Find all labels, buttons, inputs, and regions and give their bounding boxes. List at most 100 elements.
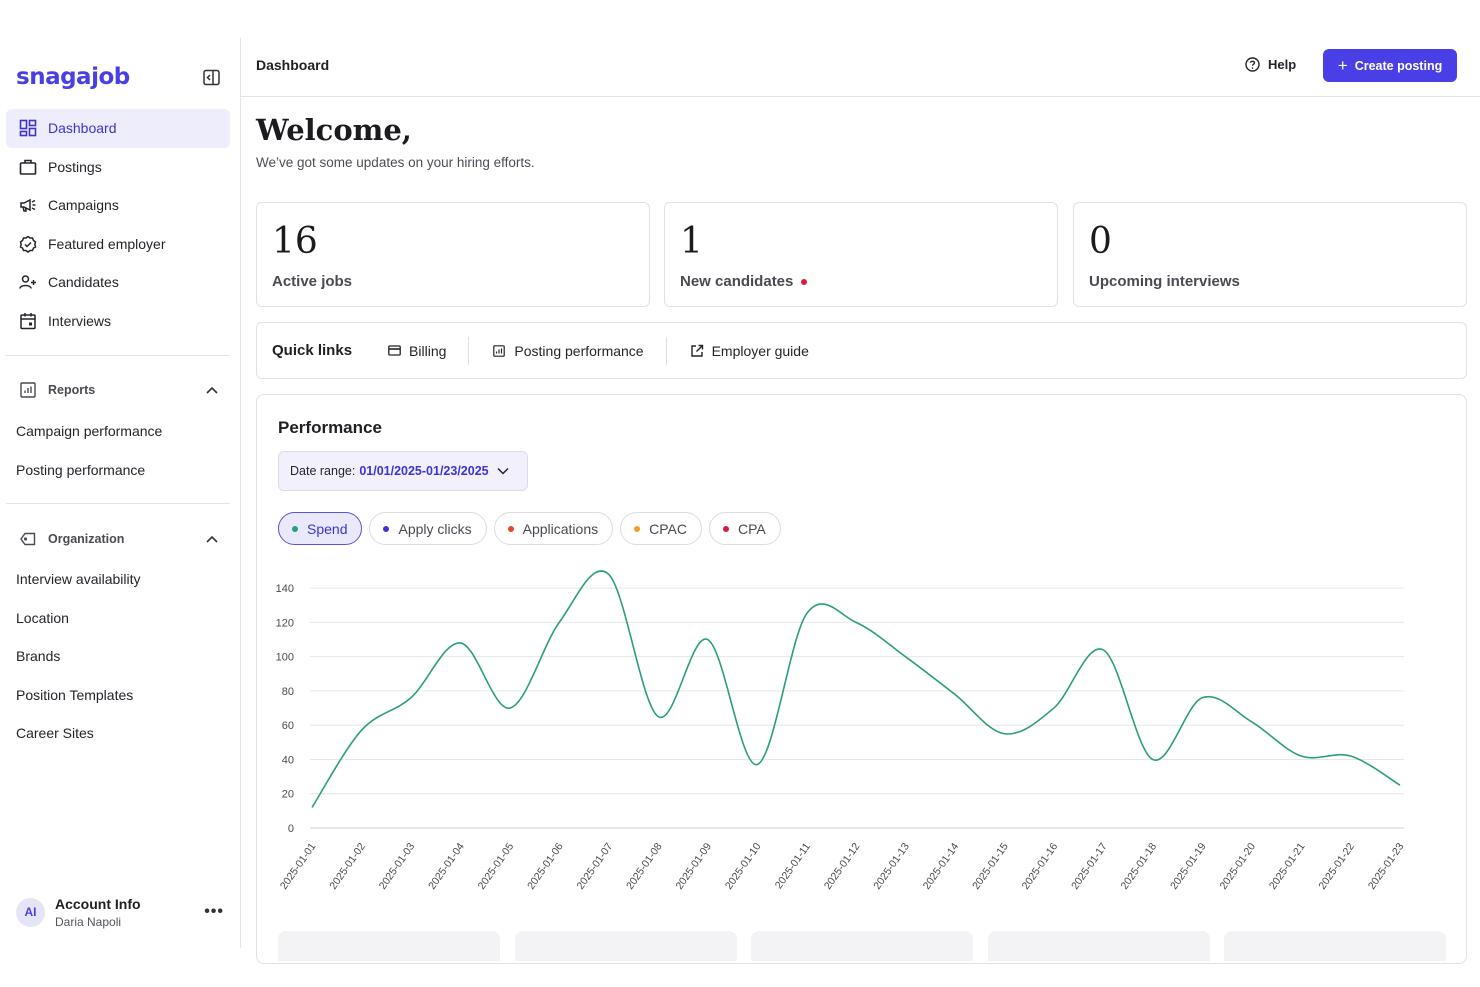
data-point (854, 620, 858, 624)
sidebar-item-career-sites[interactable]: Career Sites (16, 723, 94, 743)
help-button[interactable]: Help (1244, 56, 1296, 72)
data-point (359, 728, 363, 732)
data-point (1002, 732, 1006, 736)
nav-item-dashboard[interactable]: Dashboard (6, 109, 230, 148)
metric-pill-label: CPA (737, 520, 766, 537)
x-tick-label: 2025-01-07 (575, 841, 616, 892)
y-tick-label: 20 (282, 789, 294, 801)
sidebar-item-position-templates[interactable]: Position Templates (16, 685, 133, 705)
x-tick-label: 2025-01-11 (773, 841, 813, 891)
stat-card-upcoming-interviews[interactable]: 0 Upcoming interviews (1073, 202, 1467, 307)
alert-dot (801, 278, 808, 285)
performance-card: Performance Date range: 01/01/2025-01/23… (256, 394, 1467, 964)
data-point (508, 706, 512, 710)
x-tick-label: 2025-01-22 (1316, 841, 1357, 892)
account-info[interactable]: AI Account Info Daria Napoli ••• (16, 892, 224, 932)
reports-title: Reports (48, 383, 96, 397)
main-content: Dashboard Help + Create posting Welcome,… (241, 38, 1480, 964)
x-tick-label: 2025-01-21 (1267, 841, 1308, 892)
y-tick-label: 120 (276, 617, 294, 629)
x-tick-label: 2025-01-05 (476, 841, 517, 892)
stat-card-new-candidates[interactable]: 1 New candidates (664, 202, 1058, 307)
quick-link-billing[interactable]: Billing (386, 343, 446, 359)
data-point (1348, 754, 1352, 758)
metric-pill-label: Spend (307, 520, 348, 537)
x-tick-label: 2025-01-20 (1217, 841, 1258, 892)
avatar: AI (16, 897, 45, 927)
help-icon (1244, 56, 1260, 72)
nav-label: Campaigns (48, 197, 119, 214)
metric-pill-apply-clicks[interactable]: Apply clicks (369, 512, 487, 545)
stat-card-active-jobs[interactable]: 16 Active jobs (256, 202, 650, 307)
credit-card-icon (386, 343, 402, 359)
sidebar-divider (6, 503, 230, 504)
stat-label: Active jobs (272, 273, 353, 290)
sidebar-collapse-icon[interactable] (201, 67, 221, 87)
x-tick-label: 2025-01-08 (624, 841, 665, 892)
quick-link-label: Posting performance (514, 342, 644, 359)
x-tick-label: 2025-01-04 (426, 841, 467, 892)
metric-pill-label: Applications (522, 520, 599, 537)
stat-label: Upcoming interviews (1089, 273, 1240, 290)
metric-pill-spend[interactable]: Spend (278, 512, 363, 545)
sidebar-item-campaign-performance[interactable]: Campaign performance (16, 421, 162, 441)
nav-item-campaigns[interactable]: Campaigns (6, 186, 230, 225)
nav-label: Dashboard (48, 120, 117, 137)
metric-pill-applications[interactable]: Applications (493, 512, 614, 545)
nav-item-candidates[interactable]: Candidates (6, 263, 230, 302)
nav-item-featured-employer[interactable]: Featured employer (6, 225, 230, 264)
main-nav: Dashboard Postings Campaigns Featured em… (6, 109, 230, 340)
data-point (458, 641, 462, 645)
x-tick-label: 2025-01-18 (1119, 841, 1160, 892)
snagajob-logo[interactable]: snagajob (16, 64, 130, 90)
calendar-icon (18, 311, 38, 331)
create-posting-button[interactable]: + Create posting (1323, 49, 1457, 82)
y-tick-label: 60 (282, 720, 294, 732)
chevron-up-icon[interactable] (204, 382, 220, 398)
stat-label: New candidates (680, 273, 794, 290)
quick-links-title: Quick links (272, 342, 353, 359)
x-tick-label: 2025-01-17 (1069, 841, 1110, 892)
data-point (1398, 783, 1402, 787)
x-tick-label: 2025-01-16 (1020, 841, 1061, 892)
organization-title: Organization (48, 532, 125, 546)
quick-link-label: Billing (409, 342, 447, 359)
chevron-up-icon[interactable] (204, 531, 220, 547)
x-tick-label: 2025-01-12 (822, 841, 863, 892)
metric-filter-pills: Spend Apply clicks Applications CPAC CPA (278, 512, 788, 545)
user-add-icon (18, 272, 38, 292)
sidebar-item-interview-availability[interactable]: Interview availability (16, 569, 141, 589)
nav-item-postings[interactable]: Postings (6, 148, 230, 187)
briefcase-icon (18, 157, 38, 177)
quick-link-employer-guide[interactable]: Employer guide (689, 343, 809, 359)
reports-section-header[interactable]: Reports (6, 378, 230, 402)
organization-section-header[interactable]: Organization (6, 527, 230, 551)
nav-label: Candidates (48, 274, 119, 291)
logo-row: snagajob (16, 60, 221, 94)
x-tick-label: 2025-01-02 (327, 841, 368, 892)
nav-label: Featured employer (48, 235, 166, 252)
more-options-icon[interactable]: ••• (204, 903, 224, 921)
data-point (1101, 648, 1105, 652)
date-range-select[interactable]: Date range: 01/01/2025-01/23/2025 (278, 451, 528, 491)
metric-color-dot (507, 525, 514, 532)
data-point (1200, 696, 1204, 700)
chart-icon (18, 380, 38, 400)
page-title: Welcome, (256, 113, 412, 147)
metric-pill-cpac[interactable]: CPAC (620, 512, 702, 545)
metric-pill-cpa[interactable]: CPA (708, 512, 781, 545)
report-icon (491, 343, 507, 359)
metric-color-dot (634, 525, 641, 532)
data-point (1249, 720, 1253, 724)
nav-item-interviews[interactable]: Interviews (6, 302, 230, 341)
sidebar-item-posting-performance[interactable]: Posting performance (16, 460, 145, 480)
breadcrumb: Dashboard (256, 57, 330, 73)
y-tick-label: 0 (288, 823, 294, 835)
sidebar-item-location[interactable]: Location (16, 608, 69, 628)
megaphone-icon (18, 195, 38, 215)
quick-link-label: Employer guide (711, 342, 809, 359)
quick-link-posting-performance[interactable]: Posting performance (491, 342, 644, 359)
quick-links-divider (665, 336, 667, 365)
sidebar-item-brands[interactable]: Brands (16, 646, 60, 666)
nav-label: Postings (48, 158, 102, 175)
